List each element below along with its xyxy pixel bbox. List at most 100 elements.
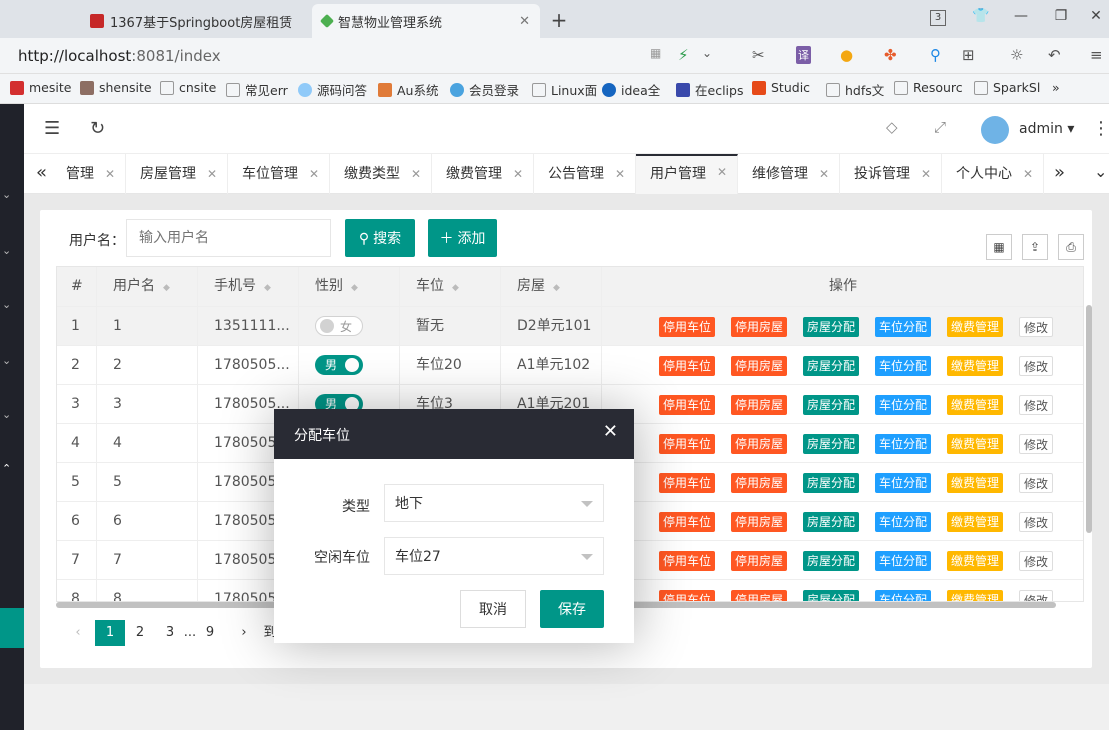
chevron-up-icon[interactable]: ⌃ xyxy=(2,462,18,478)
action-button-4[interactable]: 车位分配 xyxy=(875,434,932,454)
action-button-2[interactable]: 停用房屋 xyxy=(731,434,788,454)
action-button-4[interactable]: 车位分配 xyxy=(875,590,932,601)
column-header-username[interactable]: 用户名 ◆ xyxy=(97,267,198,306)
action-button-4[interactable]: 车位分配 xyxy=(875,395,932,415)
page-2[interactable]: 2 xyxy=(130,620,150,646)
chevron-down-icon[interactable]: ⌄ xyxy=(2,408,18,424)
action-button-3[interactable]: 房屋分配 xyxy=(803,317,860,337)
action-button-2[interactable]: 停用房屋 xyxy=(731,512,788,532)
avatar[interactable] xyxy=(981,116,1009,144)
minimize-icon[interactable]: — xyxy=(1010,8,1032,30)
action-button-6[interactable]: 修改 xyxy=(1019,590,1054,601)
cancel-button[interactable]: 取消 xyxy=(460,590,526,628)
brightness-icon[interactable]: ☼ xyxy=(1010,46,1023,64)
action-button-5[interactable]: 缴费管理 xyxy=(947,473,1004,493)
chevron-down-icon[interactable]: ⌄ xyxy=(2,298,18,314)
close-window-icon[interactable]: ✕ xyxy=(1085,8,1107,30)
url-field[interactable]: http://localhost:8081/index xyxy=(18,47,221,65)
menu-icon[interactable]: ≡ xyxy=(1090,46,1103,64)
gender-switch[interactable]: 男 xyxy=(315,355,363,375)
action-button-5[interactable]: 缴费管理 xyxy=(947,317,1004,337)
action-button-3[interactable]: 房屋分配 xyxy=(803,512,860,532)
page-9[interactable]: 9 xyxy=(200,620,220,646)
action-button-3[interactable]: 房屋分配 xyxy=(803,395,860,415)
action-button-1[interactable]: 停用车位 xyxy=(659,590,716,601)
sidebar-active-item[interactable] xyxy=(0,608,24,648)
tab-complaint[interactable]: 投诉管理 ✕ xyxy=(840,154,942,194)
save-button[interactable]: 保存 xyxy=(540,590,604,628)
tabs-scroll-right-icon[interactable]: » xyxy=(1054,162,1065,183)
column-header-house[interactable]: 房屋 ◆ xyxy=(501,267,602,306)
dropdown-icon[interactable]: ⌄ xyxy=(702,46,712,60)
action-button-3[interactable]: 房屋分配 xyxy=(803,356,860,376)
action-button-6[interactable]: 修改 xyxy=(1019,395,1054,415)
bookmark-item[interactable]: idea全 xyxy=(602,80,660,99)
action-button-5[interactable]: 缴费管理 xyxy=(947,512,1004,532)
tab-house[interactable]: 房屋管理 ✕ xyxy=(126,154,228,194)
tab-parking[interactable]: 车位管理 ✕ xyxy=(228,154,330,194)
gamepad-icon[interactable]: ✤ xyxy=(884,46,897,64)
search-icon[interactable]: ⚲ xyxy=(930,46,941,64)
bookmark-item[interactable]: shensite xyxy=(80,80,152,95)
tab-repair[interactable]: 维修管理 ✕ xyxy=(738,154,840,194)
tab-profile[interactable]: 个人中心 ✕ xyxy=(942,154,1044,194)
action-button-2[interactable]: 停用房屋 xyxy=(731,473,788,493)
chevron-down-icon[interactable]: ⌄ xyxy=(2,354,18,370)
bookmark-item[interactable]: hdfs文 xyxy=(826,80,884,99)
action-button-2[interactable]: 停用房屋 xyxy=(731,551,788,571)
action-button-2[interactable]: 停用房屋 xyxy=(731,317,788,337)
action-button-4[interactable]: 车位分配 xyxy=(875,473,932,493)
bookmark-item[interactable]: 在eclips xyxy=(676,80,743,99)
action-button-1[interactable]: 停用车位 xyxy=(659,434,716,454)
action-button-1[interactable]: 停用车位 xyxy=(659,356,716,376)
undo-icon[interactable]: ↶ xyxy=(1048,46,1061,64)
page-1[interactable]: 1 xyxy=(95,620,125,646)
column-header-parking[interactable]: 车位 ◆ xyxy=(400,267,501,306)
tab-manage[interactable]: 管理 ✕ xyxy=(52,154,126,194)
action-button-6[interactable]: 修改 xyxy=(1019,356,1054,376)
action-button-1[interactable]: 停用车位 xyxy=(659,395,716,415)
action-button-3[interactable]: 房屋分配 xyxy=(803,434,860,454)
action-button-1[interactable]: 停用车位 xyxy=(659,512,716,532)
action-button-5[interactable]: 缴费管理 xyxy=(947,434,1004,454)
scissors-icon[interactable]: ✂ xyxy=(752,46,765,64)
translate-icon[interactable]: 译 xyxy=(796,46,811,64)
action-button-1[interactable]: 停用车位 xyxy=(659,317,716,337)
action-button-4[interactable]: 车位分配 xyxy=(875,356,932,376)
tab-notice[interactable]: 公告管理 ✕ xyxy=(534,154,636,194)
bookmark-item[interactable]: Linux面 xyxy=(532,80,597,99)
browser-tab-1[interactable]: 1367基于Springboot房屋租赁 xyxy=(80,4,308,38)
lightning-icon[interactable]: ⚡ xyxy=(678,46,689,64)
next-page-icon[interactable]: › xyxy=(234,620,254,646)
gender-switch[interactable]: 女 xyxy=(315,316,363,336)
search-input[interactable] xyxy=(126,219,331,257)
action-button-4[interactable]: 车位分配 xyxy=(875,551,932,571)
page-3[interactable]: 3 xyxy=(160,620,180,646)
action-button-6[interactable]: 修改 xyxy=(1019,551,1054,571)
action-button-4[interactable]: 车位分配 xyxy=(875,317,932,337)
action-button-3[interactable]: 房屋分配 xyxy=(803,473,860,493)
bookmarks-more[interactable]: » xyxy=(1052,80,1060,95)
print-icon[interactable]: ⎙ xyxy=(1058,234,1084,260)
tag-icon[interactable]: ◇ xyxy=(886,118,898,136)
chevron-down-icon[interactable]: ⌄ xyxy=(2,188,18,204)
action-button-2[interactable]: 停用房屋 xyxy=(731,356,788,376)
type-select[interactable]: 地下 xyxy=(384,484,604,522)
action-button-6[interactable]: 修改 xyxy=(1019,473,1054,493)
action-button-4[interactable]: 车位分配 xyxy=(875,512,932,532)
new-tab-button[interactable]: + xyxy=(548,8,570,32)
column-header-gender[interactable]: 性别 ◆ xyxy=(299,267,400,306)
close-icon[interactable]: ✕ xyxy=(603,423,618,441)
columns-icon[interactable]: ▦ xyxy=(986,234,1012,260)
bookmark-item[interactable]: 会员登录 xyxy=(450,80,519,99)
bookmark-item[interactable]: cnsite xyxy=(160,80,216,95)
menu-toggle-icon[interactable]: ☰ xyxy=(44,118,60,139)
refresh-icon[interactable]: ↻ xyxy=(90,118,105,139)
action-button-3[interactable]: 房屋分配 xyxy=(803,590,860,601)
shirt-icon[interactable]: 👕 xyxy=(970,8,992,30)
close-tab-icon[interactable]: ✕ xyxy=(519,14,530,29)
chevron-down-icon[interactable]: ⌄ xyxy=(2,244,18,260)
column-header-phone[interactable]: 手机号 ◆ xyxy=(198,267,299,306)
bookmark-item[interactable]: Resourc xyxy=(894,80,963,95)
tab-count-badge[interactable]: 3 xyxy=(930,10,946,26)
